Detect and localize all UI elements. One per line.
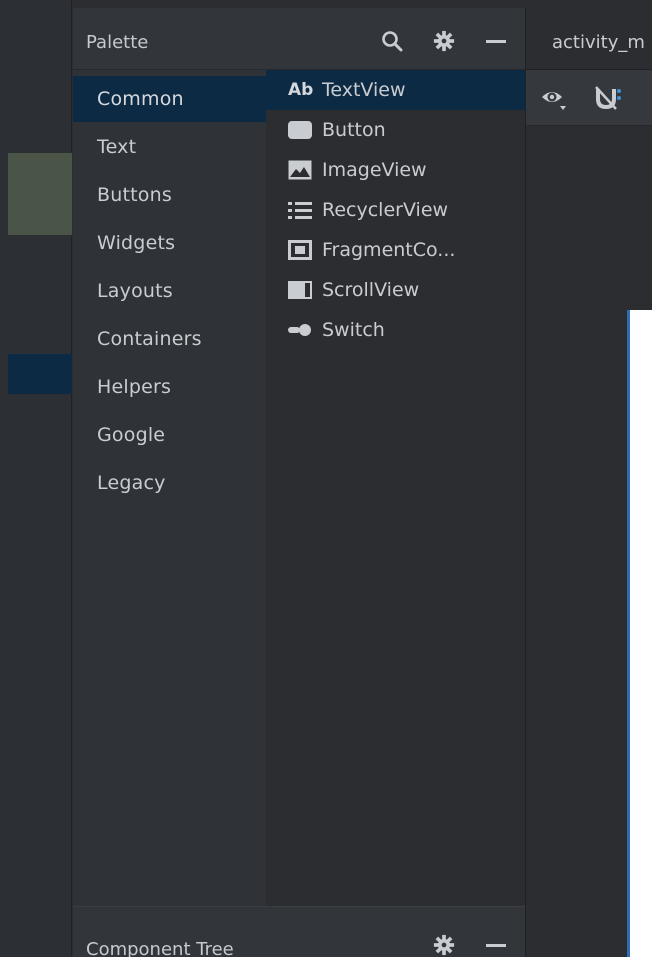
- fragmentcontainer-icon: [288, 239, 318, 261]
- gear-icon[interactable]: [431, 28, 457, 54]
- palette-item-imageview[interactable]: ImageView: [266, 150, 525, 190]
- editor-tab-label: activity_m: [552, 32, 645, 53]
- category-widgets[interactable]: Widgets: [73, 220, 266, 266]
- palette-item-switch[interactable]: Switch: [266, 310, 525, 350]
- editor-file-tab[interactable]: activity_m: [526, 8, 652, 70]
- scrollview-icon: [288, 279, 318, 301]
- category-google[interactable]: Google: [73, 412, 266, 458]
- category-legacy[interactable]: Legacy: [73, 460, 266, 506]
- category-buttons[interactable]: Buttons: [73, 172, 266, 218]
- magnet-icon[interactable]: [594, 84, 624, 114]
- palette-item-button[interactable]: Button: [266, 110, 525, 150]
- palette-item-textview[interactable]: Ab TextView: [266, 70, 525, 110]
- category-helpers[interactable]: Helpers: [73, 364, 266, 410]
- palette-item-recyclerview[interactable]: RecyclerView: [266, 190, 525, 230]
- component-tree-title: Component Tree: [86, 939, 234, 957]
- palette-panel: Palette Common Text Buttons Widgets Layo…: [73, 8, 525, 957]
- palette-item-label: Button: [322, 119, 386, 141]
- device-preview[interactable]: [627, 310, 652, 957]
- palette-item-label: FragmentCo...: [322, 239, 456, 261]
- left-strip-selection[interactable]: [8, 354, 72, 394]
- minimize-icon[interactable]: [483, 28, 509, 54]
- palette-item-label: TextView: [322, 79, 406, 101]
- palette-category-list: Common Text Buttons Widgets Layouts Cont…: [73, 70, 266, 906]
- palette-item-list: Ab TextView Button ImageView RecyclerVie…: [266, 70, 525, 906]
- palette-item-label: ScrollView: [322, 279, 420, 301]
- palette-item-label: Switch: [322, 319, 385, 341]
- editor-toolbar: [526, 70, 652, 126]
- category-text[interactable]: Text: [73, 124, 266, 170]
- palette-header: Palette: [73, 8, 525, 70]
- imageview-icon: [288, 159, 318, 181]
- palette-item-scrollview[interactable]: ScrollView: [266, 270, 525, 310]
- recyclerview-icon: [288, 199, 318, 221]
- palette-item-label: RecyclerView: [322, 199, 449, 221]
- search-icon[interactable]: [379, 28, 405, 54]
- textview-icon: Ab: [288, 80, 314, 100]
- component-tree-header: Component Tree: [73, 906, 525, 957]
- category-common[interactable]: Common: [73, 76, 266, 122]
- gear-icon[interactable]: [431, 932, 457, 957]
- palette-item-label: ImageView: [322, 159, 427, 181]
- category-containers[interactable]: Containers: [73, 316, 266, 362]
- category-layouts[interactable]: Layouts: [73, 268, 266, 314]
- left-strip-highlight: [8, 153, 72, 235]
- button-icon: [288, 119, 318, 141]
- switch-icon: [288, 319, 318, 341]
- eye-icon[interactable]: [540, 84, 570, 114]
- palette-item-fragmentcontainer[interactable]: FragmentCo...: [266, 230, 525, 270]
- layout-editor: activity_m: [525, 8, 652, 957]
- left-tool-strip: [0, 0, 72, 957]
- minimize-icon[interactable]: [483, 932, 509, 957]
- palette-title: Palette: [86, 32, 149, 53]
